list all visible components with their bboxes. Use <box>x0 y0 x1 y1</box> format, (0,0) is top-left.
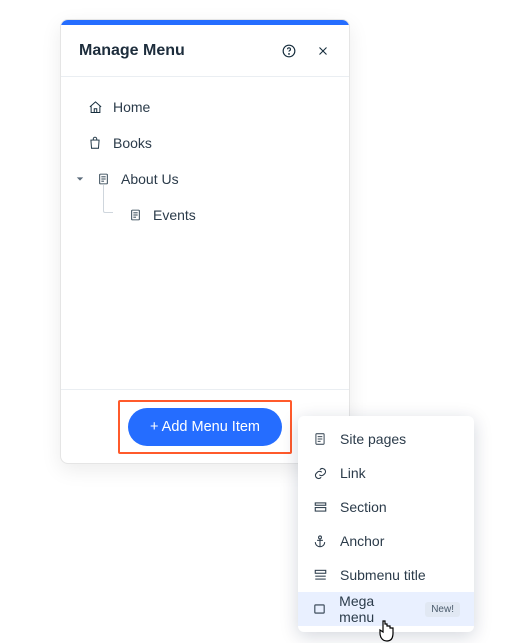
caret-down-icon[interactable] <box>75 175 85 183</box>
help-icon[interactable] <box>281 43 297 59</box>
tutorial-highlight: + Add Menu Item <box>118 400 292 454</box>
menu-tree: Home Books About Us <box>61 77 349 389</box>
popup-item-site-pages[interactable]: Site pages <box>298 422 474 456</box>
tree-item-books[interactable]: Books <box>75 125 335 161</box>
popup-item-label: Link <box>340 465 366 481</box>
tree-connector <box>103 185 113 213</box>
popup-item-label: Submenu title <box>340 567 426 583</box>
popup-item-mega-menu[interactable]: Mega menu New! <box>298 592 474 626</box>
panel-title: Manage Menu <box>79 42 185 60</box>
popup-item-submenu-title[interactable]: Submenu title <box>298 558 474 592</box>
popup-item-label: Site pages <box>340 431 406 447</box>
popup-item-label: Section <box>340 499 387 515</box>
add-menu-item-button[interactable]: + Add Menu Item <box>128 408 282 446</box>
tree-item-about-us[interactable]: About Us <box>75 161 335 197</box>
popup-item-label: Anchor <box>340 533 384 549</box>
page-icon <box>127 207 143 223</box>
header-actions <box>281 43 331 59</box>
panel-header: Manage Menu <box>61 25 349 77</box>
add-item-popup: Site pages Link Section Anchor <box>298 416 474 632</box>
new-badge: New! <box>425 602 460 617</box>
link-icon <box>312 465 328 481</box>
popup-item-anchor[interactable]: Anchor <box>298 524 474 558</box>
home-icon <box>87 99 103 115</box>
subtitle-icon <box>312 567 328 583</box>
tree-item-events[interactable]: Events <box>75 197 335 233</box>
close-icon[interactable] <box>315 43 331 59</box>
page-icon <box>312 431 328 447</box>
popup-item-label: Mega menu <box>339 593 409 625</box>
rectangle-icon <box>312 601 327 617</box>
manage-menu-panel: Manage Menu Home <box>60 19 350 464</box>
tree-item-label: Events <box>153 207 196 223</box>
shopping-bag-icon <box>87 135 103 151</box>
tree-item-home[interactable]: Home <box>75 89 335 125</box>
popup-item-link[interactable]: Link <box>298 456 474 490</box>
tree-item-label: Home <box>113 99 150 115</box>
anchor-icon <box>312 533 328 549</box>
tree-item-label: Books <box>113 135 152 151</box>
section-icon <box>312 499 328 515</box>
popup-item-section[interactable]: Section <box>298 490 474 524</box>
tree-item-label: About Us <box>121 171 179 187</box>
